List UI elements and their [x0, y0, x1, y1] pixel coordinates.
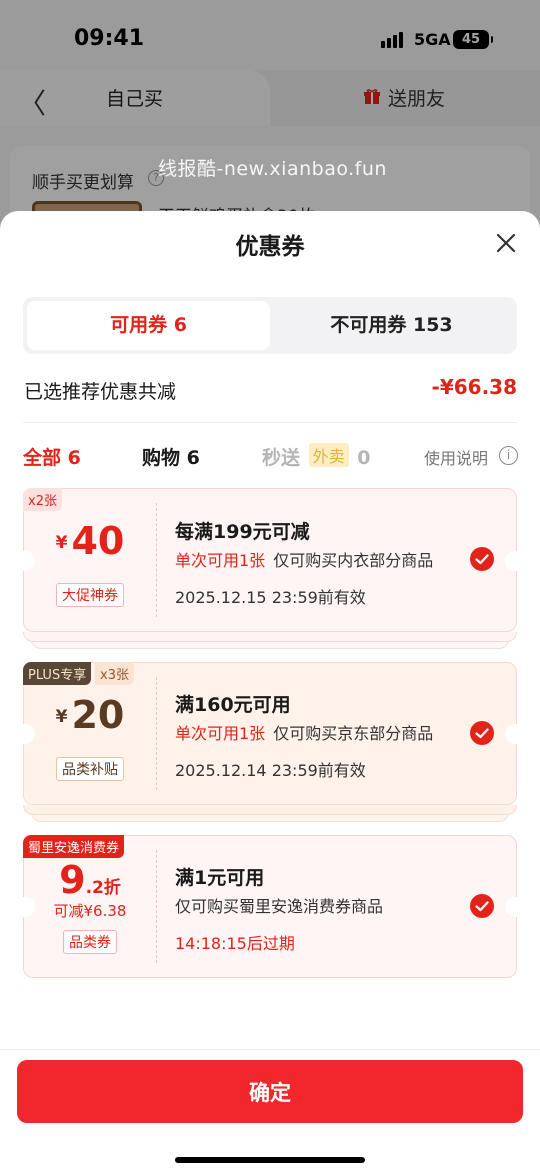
- coupon-title: 满160元可用: [175, 694, 291, 716]
- dim-overlay[interactable]: [0, 0, 540, 240]
- coupon-reduction: 可减¥6.38: [53, 902, 127, 920]
- coupon-kind: 大促神券: [24, 583, 156, 607]
- footer-divider: [0, 1049, 540, 1050]
- coupon-title: 每满199元可减: [175, 521, 310, 543]
- discount-unit: .2折: [85, 878, 121, 898]
- filter-fast-delivery[interactable]: 秒送 外卖 0: [262, 443, 371, 470]
- watermark: 线报酷-new.xianbao.fun: [158, 158, 387, 180]
- filter-all[interactable]: 全部 6: [23, 443, 81, 470]
- coupon-notch: [505, 897, 517, 917]
- coupon-divider: [156, 503, 157, 617]
- coupon-amount: ¥20: [24, 693, 156, 737]
- filter-fast-label: 秒送: [262, 447, 301, 469]
- background-page: 09:41 5GA 45 〈 自己买 送朋友 顺手买更划算 ? 天天鲜鸡蛋礼盒3…: [0, 0, 540, 246]
- coupon-kind: 品类补贴: [24, 757, 156, 781]
- divider: [23, 422, 517, 423]
- tab-available-coupons[interactable]: 可用券 6: [27, 301, 270, 350]
- coupon-kind-label: 品类券: [63, 930, 117, 954]
- coupon-expiry: 14:18:15后过期: [175, 934, 295, 953]
- coupon-expiry: 2025.12.15 23:59前有效: [175, 588, 366, 607]
- coupon-title: 满1元可用: [175, 867, 265, 889]
- coupon-limit: 单次可用1张: [175, 724, 266, 743]
- info-icon[interactable]: i: [499, 446, 518, 465]
- filter-fast-count: 0: [357, 447, 371, 469]
- currency-symbol: ¥: [55, 707, 68, 727]
- coupon-card[interactable]: x2张 ¥40 大促神券 每满199元可减 单次可用1张 仅可购买内衣部分商品 2…: [23, 488, 517, 632]
- confirm-button[interactable]: 确定: [17, 1060, 523, 1123]
- coupon-kind-label: 大促神券: [56, 583, 124, 607]
- coupon-kind-label: 品类补贴: [56, 757, 124, 781]
- coupon-limit: 单次可用1张: [175, 551, 266, 570]
- coupon-notch: [505, 724, 517, 744]
- availability-segment: 可用券 6 不可用券 153: [23, 297, 517, 354]
- quantity-badge: x3张: [95, 662, 134, 685]
- coupon-scope: 仅可购买内衣部分商品: [273, 551, 434, 570]
- coupon-notch: [505, 551, 517, 571]
- coupon-conditions: 单次可用1张 仅可购买京东部分商品: [175, 720, 433, 744]
- coupon-divider: [156, 677, 157, 790]
- filter-shopping[interactable]: 购物 6: [142, 443, 200, 470]
- coupon-scope: 仅可购买蜀里安逸消费券商品: [175, 897, 384, 916]
- close-icon[interactable]: [492, 229, 520, 257]
- coupon-card[interactable]: 蜀里安逸消费券 9.2折 可减¥6.38 品类券 满1元可用 仅可购买蜀里安逸消…: [23, 835, 517, 978]
- tab-unavailable-coupons[interactable]: 不可用券 153: [270, 301, 513, 350]
- takeout-tag: 外卖: [308, 443, 349, 467]
- coupon-amount: ¥40: [24, 519, 156, 563]
- discount-value: 9: [59, 858, 86, 902]
- check-icon[interactable]: [470, 721, 494, 745]
- coupon-kind: 品类券: [24, 930, 156, 954]
- currency-symbol: ¥: [55, 533, 68, 553]
- usage-help-link[interactable]: 使用说明: [424, 445, 488, 469]
- plus-badge: PLUS专享: [23, 662, 92, 685]
- savings-label: 已选推荐优惠共减: [24, 381, 177, 403]
- coupon-scope: 仅可购买京东部分商品: [273, 724, 434, 743]
- coupon-conditions: 单次可用1张 仅可购买内衣部分商品: [175, 547, 433, 571]
- savings-amount: -¥66.38: [431, 375, 517, 399]
- coupon-discount: 9.2折: [24, 858, 156, 902]
- coupon-filters: 全部 6 购物 6 秒送 外卖 0 使用说明 i: [0, 441, 540, 471]
- quantity-badge: x2张: [23, 488, 62, 511]
- coupon-value: 40: [71, 519, 125, 563]
- coupon-expiry: 2025.12.14 23:59前有效: [175, 761, 366, 780]
- check-icon[interactable]: [470, 547, 494, 571]
- check-icon[interactable]: [470, 894, 494, 918]
- coupon-stack-shadow: [23, 632, 517, 642]
- coupon-sheet: 优惠券 可用券 6 不可用券 153 已选推荐优惠共减 -¥66.38 全部 6…: [0, 211, 540, 1173]
- sheet-title: 优惠券: [235, 234, 305, 260]
- coupon-value: 20: [71, 693, 125, 737]
- coupon-card[interactable]: PLUS专享 x3张 ¥20 品类补贴 满160元可用 单次可用1张 仅可购买京东…: [23, 662, 517, 805]
- coupon-divider: [156, 850, 157, 963]
- home-indicator: [175, 1157, 365, 1163]
- coupon-stack-shadow: [23, 805, 517, 815]
- program-badge: 蜀里安逸消费券: [23, 835, 125, 858]
